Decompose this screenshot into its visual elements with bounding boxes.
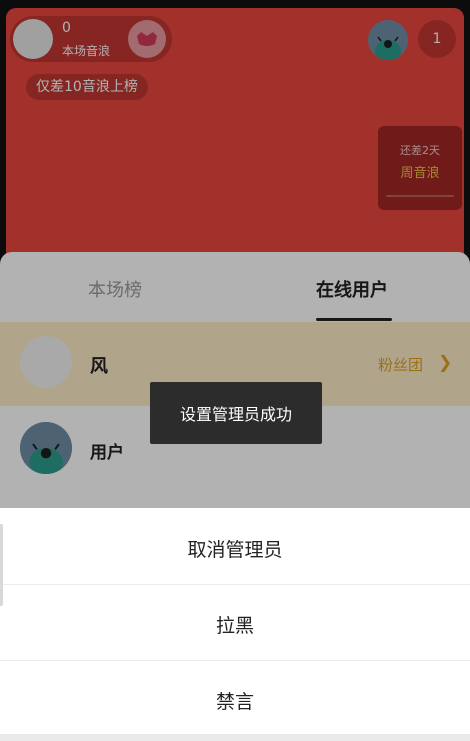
remove-admin-button[interactable]: 取消管理员 [0, 510, 470, 586]
edge-handle [0, 524, 3, 606]
block-user-button[interactable]: 拉黑 [0, 586, 470, 662]
divider [0, 660, 470, 661]
divider [0, 584, 470, 585]
mute-user-button[interactable]: 禁言 [0, 662, 470, 738]
action-sheet: 取消管理员 拉黑 禁言 [0, 508, 470, 741]
bottom-inset [0, 734, 470, 741]
toast-message: 设置管理员成功 [150, 382, 322, 444]
